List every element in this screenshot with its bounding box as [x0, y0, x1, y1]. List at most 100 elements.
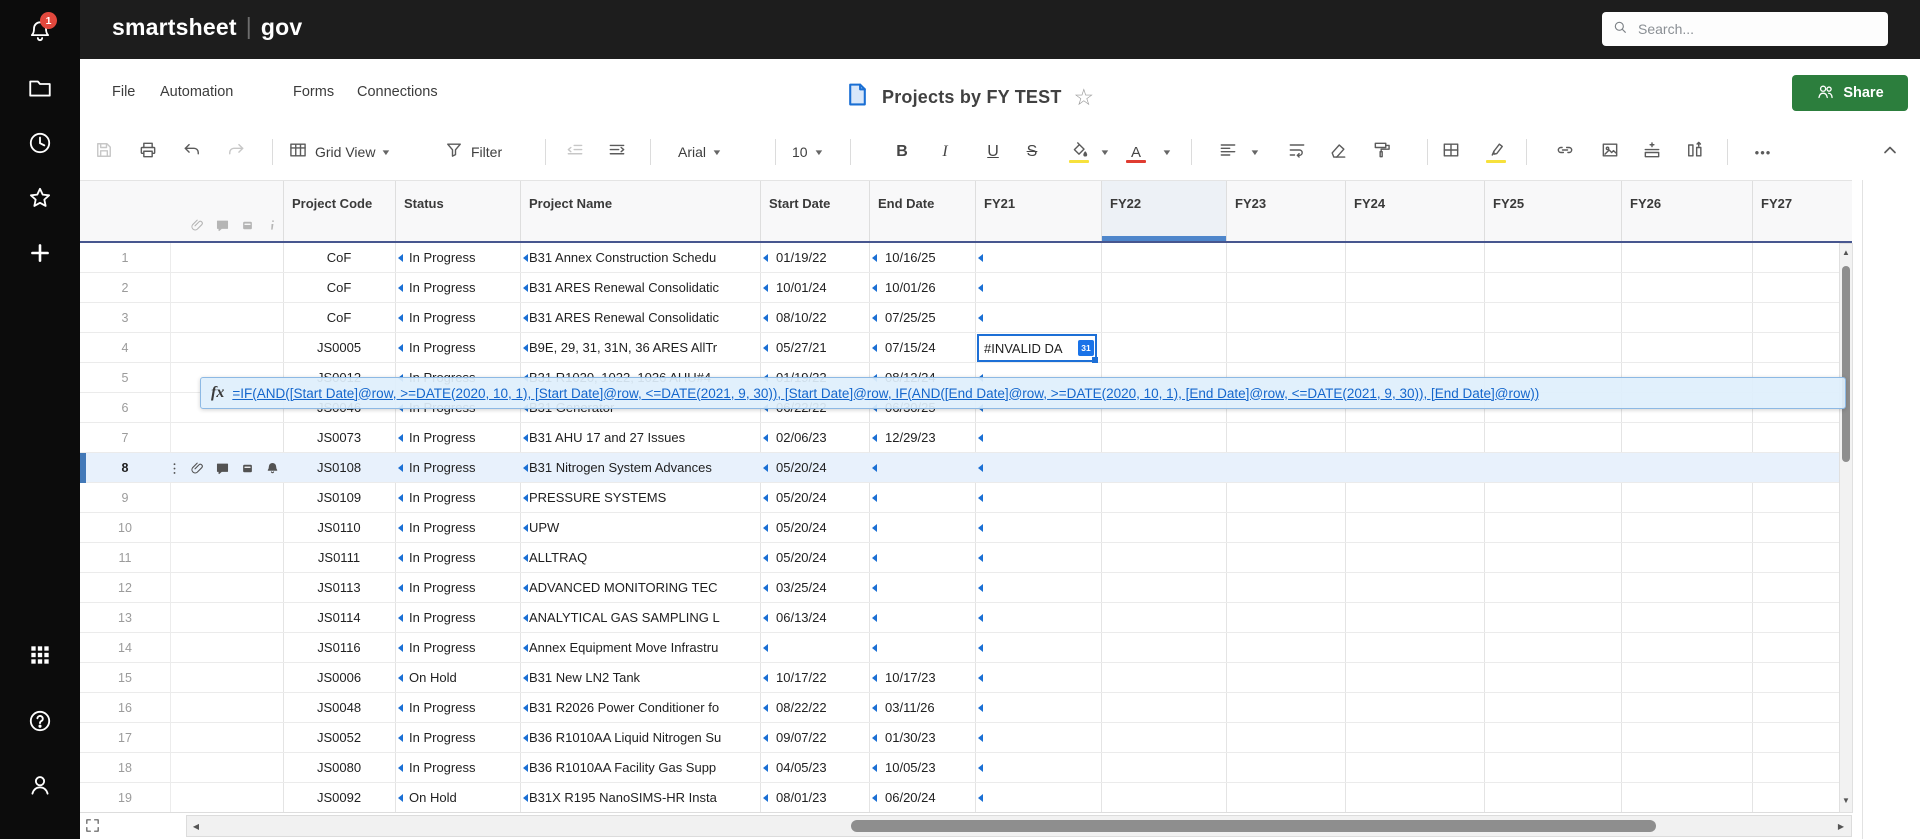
column-header-fy21[interactable]: FY21 — [984, 194, 1098, 214]
row-number[interactable]: 13 — [80, 603, 170, 633]
row-number[interactable]: 7 — [80, 423, 170, 453]
insert-column-button[interactable] — [1681, 138, 1709, 166]
cell-start[interactable]: 03/25/24 — [760, 573, 869, 603]
comment-row-icon[interactable] — [214, 460, 230, 476]
more-options-button[interactable]: ••• — [1745, 138, 1781, 166]
table-row[interactable]: 19 JS0092 On Hold B31X R195 NanoSIMS-HR Ins… — [80, 783, 1852, 812]
vertical-scroll-thumb[interactable] — [1842, 266, 1850, 462]
cell-start[interactable]: 04/05/23 — [760, 753, 869, 783]
align-dropdown[interactable]: ▼ — [1246, 138, 1264, 166]
cell-name[interactable]: PRESSURE SYSTEMS — [520, 483, 760, 513]
scroll-up-arrow[interactable]: ▲ — [1840, 248, 1852, 257]
cell-name[interactable]: B9E, 29, 31, 31N, 36 ARES AllTr — [520, 333, 760, 363]
scroll-left-arrow[interactable]: ◀ — [190, 822, 202, 831]
font-family-select[interactable]: Arial ▼ — [678, 138, 723, 166]
cell-code[interactable]: CoF — [283, 273, 395, 303]
row-number[interactable]: 19 — [80, 783, 170, 812]
scroll-right-arrow[interactable]: ▶ — [1835, 822, 1847, 831]
cell-end[interactable] — [869, 513, 975, 543]
filter-button[interactable]: Filter — [444, 138, 502, 166]
insert-image-button[interactable] — [1596, 138, 1624, 166]
cell-code[interactable]: CoF — [283, 243, 395, 273]
column-header-project-name[interactable]: Project Name — [529, 194, 757, 214]
table-row[interactable]: 3 CoF In Progress B31 ARES Renewal Consolid… — [80, 303, 1852, 333]
cell-start[interactable]: 09/07/22 — [760, 723, 869, 753]
print-button[interactable] — [134, 138, 162, 166]
redo-button[interactable] — [222, 138, 250, 166]
cell-start[interactable]: 05/20/24 — [760, 483, 869, 513]
column-header-status[interactable]: Status — [404, 194, 517, 214]
cell-name[interactable]: B31 ARES Renewal Consolidatic — [520, 273, 760, 303]
column-header-end-date[interactable]: End Date — [878, 194, 972, 214]
cell-end[interactable]: 10/16/25 — [869, 243, 975, 273]
undo-button[interactable] — [178, 138, 206, 166]
cell-start[interactable]: 05/27/21 — [760, 333, 869, 363]
horizontal-scroll-thumb[interactable] — [851, 820, 1656, 832]
cell-end[interactable]: 07/15/24 — [869, 333, 975, 363]
table-row[interactable]: 10 JS0110 In Progress UPW 05/20/24 — [80, 513, 1852, 543]
cell-status[interactable]: In Progress — [395, 723, 520, 753]
cell-end[interactable] — [869, 483, 975, 513]
cell-code[interactable]: JS0116 — [283, 633, 395, 663]
column-header-project-code[interactable]: Project Code — [292, 194, 392, 214]
cell-start[interactable]: 08/01/23 — [760, 783, 869, 812]
cell-code[interactable]: JS0109 — [283, 483, 395, 513]
cell-start[interactable]: 08/22/22 — [760, 693, 869, 723]
align-button[interactable] — [1214, 138, 1242, 166]
cell-start[interactable] — [760, 633, 869, 663]
cell-status[interactable]: In Progress — [395, 603, 520, 633]
cell-name[interactable]: B31 Annex Construction Schedu — [520, 243, 760, 273]
row-number[interactable]: 9 — [80, 483, 170, 513]
cell-end[interactable]: 07/25/25 — [869, 303, 975, 333]
italic-button[interactable]: I — [931, 138, 959, 166]
cell-end[interactable]: 01/30/23 — [869, 723, 975, 753]
menu-file[interactable]: File — [112, 84, 135, 100]
cell-code[interactable]: JS0048 — [283, 693, 395, 723]
font-size-select[interactable]: 10 ▼ — [792, 138, 824, 166]
row-number[interactable]: 8 — [80, 453, 170, 483]
cell-start[interactable]: 05/20/24 — [760, 513, 869, 543]
cell-start[interactable]: 06/13/24 — [760, 603, 869, 633]
cell-start[interactable]: 10/17/22 — [760, 663, 869, 693]
text-color-button[interactable]: A — [1122, 138, 1150, 166]
collapse-toolbar-chevron[interactable] — [1876, 138, 1904, 166]
cell-code[interactable]: JS0080 — [283, 753, 395, 783]
table-row[interactable]: 13 JS0114 In Progress ANALYTICAL GAS SAMPLI… — [80, 603, 1852, 633]
vertical-scrollbar[interactable]: ▲ ▼ — [1839, 243, 1853, 813]
cell-name[interactable]: B31 Nitrogen System Advances — [520, 453, 760, 483]
menu-connections[interactable]: Connections — [357, 84, 438, 100]
cell-end[interactable]: 10/01/26 — [869, 273, 975, 303]
cell-start[interactable]: 08/10/22 — [760, 303, 869, 333]
cell-code[interactable]: JS0006 — [283, 663, 395, 693]
cell-start[interactable]: 02/06/23 — [760, 423, 869, 453]
strikethrough-button[interactable]: S — [1018, 138, 1046, 166]
horizontal-scrollbar[interactable]: ◀ ▶ — [186, 815, 1852, 837]
date-picker-calendar-icon[interactable]: 31 — [1078, 340, 1094, 356]
table-row[interactable]: 2 CoF In Progress B31 ARES Renewal Consolid… — [80, 273, 1852, 303]
cell-status[interactable]: In Progress — [395, 273, 520, 303]
column-header-fy22[interactable]: FY22 — [1110, 194, 1223, 214]
cell-code[interactable]: JS0005 — [283, 333, 395, 363]
cell-code[interactable]: JS0114 — [283, 603, 395, 633]
table-row[interactable]: 12 JS0113 In Progress ADVANCED MONITORING T… — [80, 573, 1852, 603]
row-number[interactable]: 15 — [80, 663, 170, 693]
selected-cell-invalid-date[interactable]: #INVALID DA 31 — [977, 334, 1098, 363]
menu-automation[interactable]: Automation — [160, 84, 233, 100]
cell-name[interactable]: B31 R2026 Power Conditioner fo — [520, 693, 760, 723]
cell-status[interactable]: In Progress — [395, 693, 520, 723]
column-header-start-date[interactable]: Start Date — [769, 194, 866, 214]
search-input[interactable] — [1636, 20, 1860, 38]
table-row[interactable]: 16 JS0048 In Progress B31 R2026 Power Condi… — [80, 693, 1852, 723]
clear-format-eraser-button[interactable] — [1324, 138, 1352, 166]
table-row[interactable]: 4 JS0005 In Progress B9E, 29, 31, 31N, 36 A… — [80, 333, 1852, 363]
row-number[interactable]: 16 — [80, 693, 170, 723]
column-header-fy23[interactable]: FY23 — [1235, 194, 1342, 214]
cell-start[interactable]: 05/20/24 — [760, 543, 869, 573]
indent-button[interactable] — [603, 138, 631, 166]
scroll-down-arrow[interactable]: ▼ — [1840, 796, 1852, 805]
cell-name[interactable]: Annex Equipment Move Infrastru — [520, 633, 760, 663]
format-painter-button[interactable] — [1368, 138, 1396, 166]
table-row[interactable]: 9 JS0109 In Progress PRESSURE SYSTEMS 05/20/… — [80, 483, 1852, 513]
cell-status[interactable]: In Progress — [395, 483, 520, 513]
cell-status[interactable]: In Progress — [395, 243, 520, 273]
